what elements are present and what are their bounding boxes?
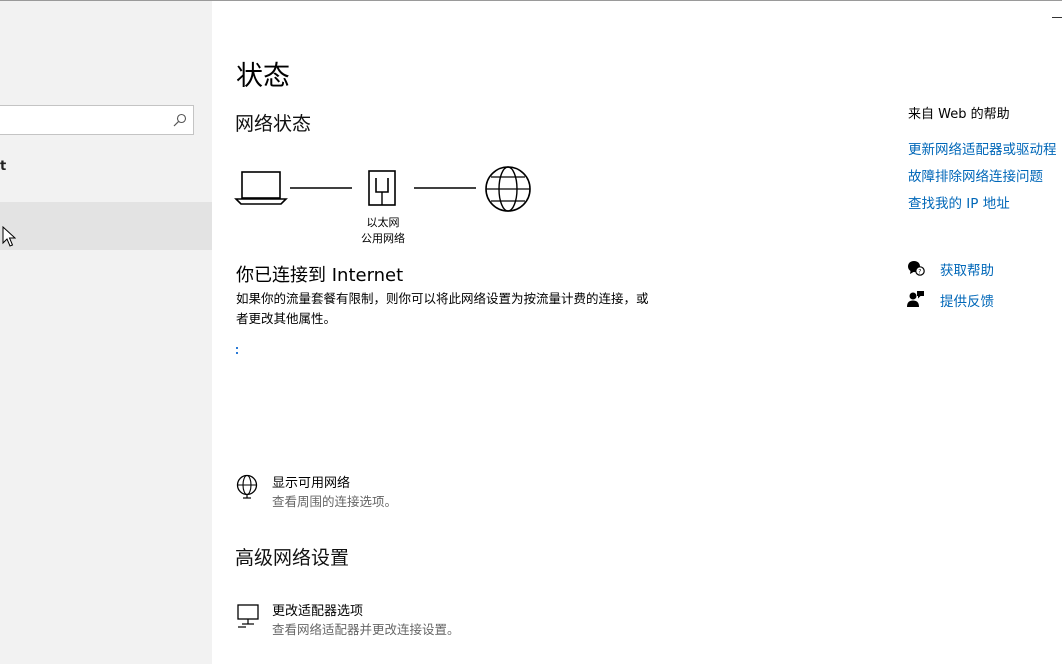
mouse-cursor-icon [2,226,16,247]
change-adapter-subtitle: 查看网络适配器并更改连接设置。 [272,622,460,637]
web-help-title: 来自 Web 的帮助 [908,107,1010,122]
minimize-icon[interactable] [1052,17,1062,18]
adapter-name: 以太网 [366,216,400,229]
globe-icon [485,166,531,212]
get-help-link[interactable]: 获取帮助 [940,259,994,279]
feedback-icon[interactable] [907,290,925,308]
help-link-troubleshoot[interactable]: 故障排除网络连接问题 [908,165,1043,185]
connection-status-heading: 你已连接到 Internet [236,265,404,286]
monitor-icon[interactable] [236,603,260,629]
network-status-heading: 网络状态 [235,113,312,135]
connection-description: 如果你的流量套餐有限制，则你可以将此网络设置为按流量计费的连接，或者更改其他属性… [236,291,649,326]
loading-indicator [236,347,238,357]
page-title: 状态 [236,61,290,92]
change-adapter-options-link[interactable]: 更改适配器选项 [272,600,363,619]
svg-text:?: ? [918,268,921,275]
advanced-settings-heading: 高级网络设置 [235,547,350,569]
laptop-icon [234,171,288,205]
help-link-find-ip[interactable]: 查找我的 IP 地址 [908,192,1010,212]
show-networks-subtitle: 查看周围的连接选项。 [272,494,398,509]
sidebar-item-selected[interactable] [0,202,212,250]
help-link-update-driver[interactable]: 更新网络适配器或驱动程 [908,138,1057,158]
feedback-link[interactable]: 提供反馈 [940,290,994,310]
sidebar-user-fragment: t [0,159,7,174]
search-icon[interactable] [173,113,187,127]
search-input[interactable] [0,105,194,135]
show-networks-link[interactable]: 显示可用网络 [272,472,350,491]
ethernet-icon [368,170,396,206]
network-diagram [234,166,531,212]
sidebar: t [0,1,212,664]
network-globe-icon[interactable] [235,474,261,500]
chat-help-icon[interactable]: ? [907,259,925,277]
network-profile: 公用网络 [361,232,405,245]
